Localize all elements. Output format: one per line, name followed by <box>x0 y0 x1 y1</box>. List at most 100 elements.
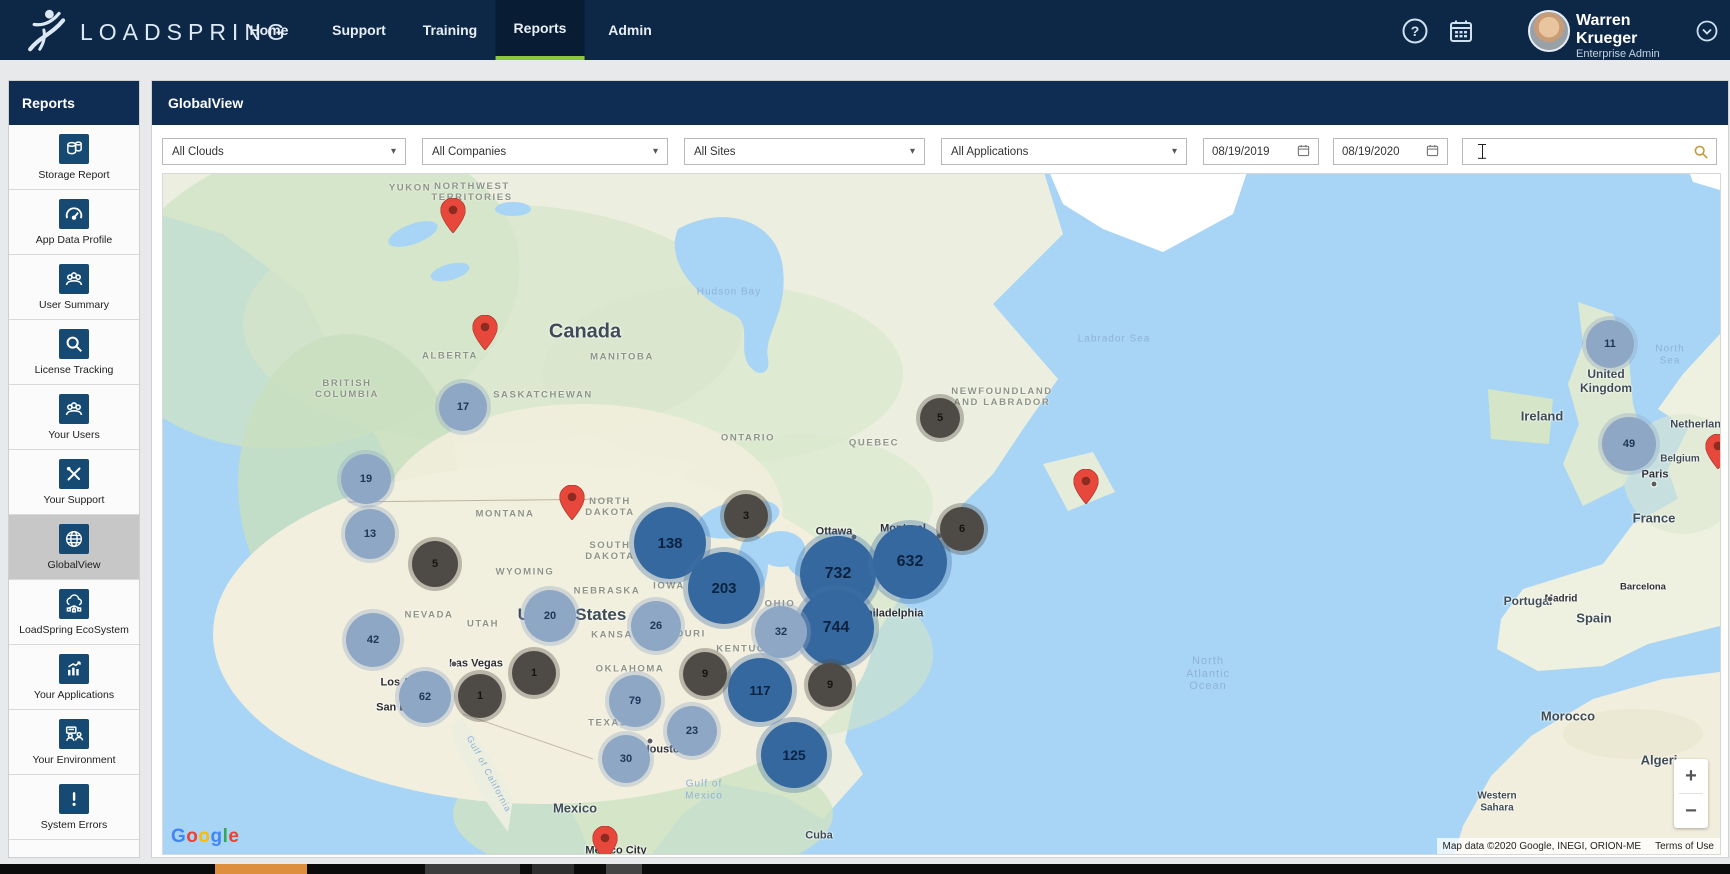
sidebar-item-label: Your Support <box>43 493 105 506</box>
nav-item-support[interactable]: Support <box>314 0 404 60</box>
map-cluster[interactable]: 23 <box>667 706 717 756</box>
map-cluster[interactable]: 5 <box>920 398 960 438</box>
filter-select-value: All Applications <box>951 145 1029 158</box>
nav-item-reports[interactable]: Reports <box>495 0 585 60</box>
video-segment-orange <box>215 864 307 874</box>
city-dot <box>646 737 654 745</box>
filter-select-all-companies[interactable]: All Companies <box>422 138 668 165</box>
reports-sidebar: Reports Storage Report App Data Profile Us… <box>8 80 140 858</box>
filter-select-all-clouds[interactable]: All Clouds <box>162 138 406 165</box>
globe-icon <box>59 523 89 554</box>
video-segment-gray <box>606 864 642 874</box>
calendar-icon[interactable] <box>1426 144 1439 160</box>
date-from-value: 08/19/2019 <box>1212 145 1270 158</box>
sidebar-item-label: Your Environment <box>32 753 116 766</box>
map-cluster[interactable]: 32 <box>755 606 807 658</box>
map-pin[interactable] <box>592 825 618 854</box>
map-cluster[interactable]: 79 <box>609 675 661 727</box>
map-cluster[interactable]: 744 <box>798 590 874 666</box>
map-pin[interactable] <box>1073 468 1099 509</box>
sidebar-item-label: System Errors <box>40 818 108 831</box>
map-cluster[interactable]: 42 <box>346 613 400 667</box>
sidebar-item-label: Your Applications <box>33 688 115 701</box>
map-cluster[interactable]: 19 <box>341 454 391 504</box>
filter-select-value: All Clouds <box>172 145 224 158</box>
sidebar-item-license-tracking[interactable]: License Tracking <box>9 320 139 385</box>
map-pin[interactable] <box>1705 433 1720 474</box>
terms-of-use-link[interactable]: Terms of Use <box>1655 841 1714 852</box>
map-base-art <box>163 174 1720 854</box>
nav-item-home[interactable]: Home <box>232 0 307 60</box>
nav-item-admin[interactable]: Admin <box>590 0 670 60</box>
sidebar-item-label: App Data Profile <box>35 233 113 246</box>
date-from-field[interactable]: 08/19/2019 <box>1203 138 1319 165</box>
city-dot <box>1650 480 1658 488</box>
map-cluster[interactable]: 117 <box>728 658 792 722</box>
map-pin[interactable] <box>472 314 498 355</box>
sidebar-item-user-summary[interactable]: User Summary <box>9 255 139 320</box>
calendar-icon[interactable] <box>1297 144 1310 160</box>
date-to-field[interactable]: 08/19/2020 <box>1333 138 1448 165</box>
filter-select-all-applications[interactable]: All Applications <box>941 138 1187 165</box>
map-cluster[interactable]: 11 <box>1586 320 1634 368</box>
map-cluster[interactable]: 6 <box>940 507 984 551</box>
map-cluster[interactable]: 9 <box>808 663 852 707</box>
sidebar-item-your-users[interactable]: Your Users <box>9 385 139 450</box>
map-cluster[interactable]: 3 <box>724 494 768 538</box>
filter-bar: All Clouds All Companies All Sites All Appl… <box>162 138 1717 165</box>
chevron-down-icon[interactable] <box>1696 20 1718 47</box>
map-cluster[interactable]: 5 <box>412 541 458 587</box>
video-segment-gray <box>425 864 520 874</box>
date-to-value: 08/19/2020 <box>1342 145 1400 158</box>
map-cluster[interactable]: 62 <box>399 671 451 723</box>
filter-select-value: All Sites <box>694 145 736 158</box>
map-cluster[interactable]: 30 <box>602 735 650 783</box>
city-dot <box>1546 595 1554 603</box>
map-cluster[interactable]: 1 <box>512 651 556 695</box>
gauge-icon <box>59 198 89 229</box>
map-cluster[interactable]: 49 <box>1602 417 1656 471</box>
sidebar-item-storage-report[interactable]: Storage Report <box>9 125 139 190</box>
map-cluster[interactable]: 203 <box>688 552 760 624</box>
sidebar-item-your-environment[interactable]: Your Environment <box>9 710 139 775</box>
svg-text:?: ? <box>1411 23 1420 39</box>
map-pin[interactable] <box>440 197 466 238</box>
sidebar-item-your-applications[interactable]: Your Applications <box>9 645 139 710</box>
loadspring-logo-icon <box>26 6 70 59</box>
map-cluster[interactable]: 17 <box>439 383 487 431</box>
map-cluster[interactable]: 1 <box>458 674 502 718</box>
calendar-icon[interactable] <box>1448 18 1474 44</box>
zoom-out-button[interactable]: − <box>1674 794 1708 828</box>
user-avatar[interactable] <box>1528 10 1570 52</box>
map-attribution: Map data ©2020 Google, INEGI, ORION-ME <box>1442 840 1642 852</box>
tools-icon <box>59 458 89 489</box>
search-input[interactable] <box>1462 138 1717 165</box>
map-cluster[interactable]: 9 <box>683 652 727 696</box>
globalview-panel: GlobalView All Clouds All Companies All Si… <box>151 80 1729 858</box>
help-icon[interactable]: ? <box>1402 18 1428 44</box>
sidebar-item-label: LoadSpring EcoSystem <box>19 623 129 636</box>
sidebar-item-your-support[interactable]: Your Support <box>9 450 139 515</box>
sidebar-item-app-data-profile[interactable]: App Data Profile <box>9 190 139 255</box>
sidebar-item-label: License Tracking <box>34 363 114 376</box>
sidebar-item-globalview[interactable]: GlobalView <box>9 515 139 580</box>
search-icon <box>59 328 89 359</box>
search-icon[interactable] <box>1693 144 1709 165</box>
filter-select-all-sites[interactable]: All Sites <box>684 138 925 165</box>
map-cluster[interactable]: 632 <box>873 525 947 599</box>
map-cluster[interactable]: 20 <box>524 590 576 642</box>
sidebar-item-loadspring-ecosystem[interactable]: LoadSpring EcoSystem <box>9 580 139 645</box>
google-logo[interactable]: Google <box>171 826 239 848</box>
sidebar-item-label: Storage Report <box>38 168 110 181</box>
map-cluster[interactable]: 26 <box>631 601 681 651</box>
zoom-in-button[interactable]: + <box>1674 759 1708 793</box>
map-cluster[interactable]: 125 <box>761 722 827 788</box>
alert-icon <box>59 783 89 814</box>
map-pin[interactable] <box>559 484 585 525</box>
top-navbar: LOADSPRING Home Support Training Reports Adm… <box>0 0 1730 60</box>
sidebar-item-system-errors[interactable]: System Errors <box>9 775 139 840</box>
globalview-map[interactable]: CanadaUnited StatesMexicoCubaYUKONNORTHW… <box>162 173 1721 855</box>
nav-item-training[interactable]: Training <box>405 0 495 60</box>
video-progress-bar[interactable] <box>0 864 1730 874</box>
map-cluster[interactable]: 13 <box>345 509 395 559</box>
